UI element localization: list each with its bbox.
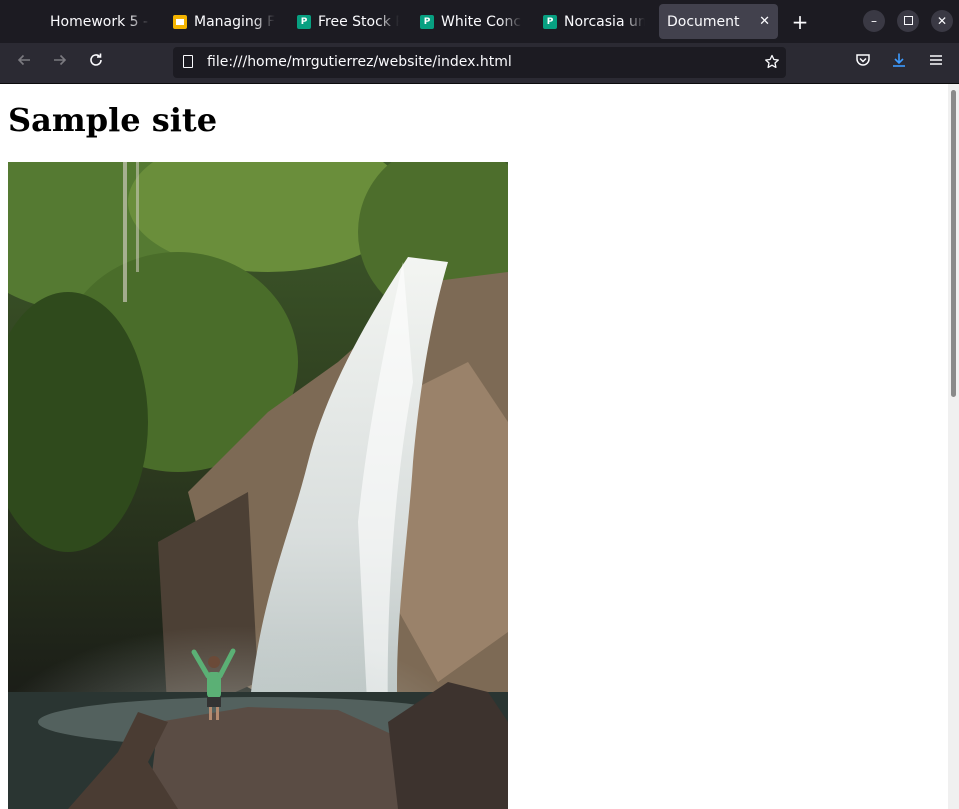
download-icon <box>893 53 905 67</box>
tab-document[interactable]: Document ✕ <box>659 4 778 39</box>
tab-white-concrete[interactable]: P White Concr <box>420 4 522 39</box>
tab-managing[interactable]: Managing Fi <box>173 4 275 39</box>
reload-button[interactable] <box>85 52 107 74</box>
page-icon <box>183 55 193 68</box>
tab-label: Document <box>667 13 740 30</box>
back-arrow-icon <box>17 54 30 66</box>
pocket-icon <box>856 54 870 66</box>
minimize-button[interactable]: – <box>863 10 885 32</box>
tab-strip: Homework 5 - l Managing Fi P Free Stock … <box>0 0 959 43</box>
close-window-button[interactable]: ✕ <box>931 10 953 32</box>
tab-homework[interactable]: Homework 5 - l <box>50 4 150 39</box>
page-content: Sample site <box>0 84 948 809</box>
back-button[interactable] <box>13 52 35 74</box>
pocket-button[interactable] <box>852 52 874 74</box>
downloads-button[interactable] <box>888 52 910 74</box>
pexels-icon: P <box>543 14 557 29</box>
tab-norcasia[interactable]: P Norcasia un <box>543 4 645 39</box>
new-tab-button[interactable]: + <box>788 8 812 36</box>
hamburger-menu-icon <box>930 55 942 65</box>
pexels-icon: P <box>420 14 434 29</box>
page-heading: Sample site <box>8 101 218 139</box>
reload-icon <box>90 53 102 66</box>
app-menu-button[interactable] <box>925 52 947 74</box>
pexels-icon: P <box>297 14 311 29</box>
scrollbar-thumb[interactable] <box>951 90 956 397</box>
forward-arrow-icon <box>54 54 67 66</box>
bookmark-star-icon[interactable] <box>764 47 780 78</box>
google-slides-icon <box>173 14 187 29</box>
close-tab-icon[interactable]: ✕ <box>759 14 770 29</box>
url-text[interactable]: file:///home/mrgutierrez/website/index.h… <box>207 47 512 78</box>
maximize-icon <box>903 16 913 25</box>
maximize-button[interactable] <box>897 10 919 32</box>
navigation-toolbar: file:///home/mrgutierrez/website/index.h… <box>0 43 959 84</box>
address-bar[interactable]: file:///home/mrgutierrez/website/index.h… <box>173 47 786 78</box>
tab-free-stock[interactable]: P Free Stock P <box>297 4 399 39</box>
forward-button[interactable] <box>49 52 71 74</box>
waterfall-photo <box>8 162 508 809</box>
vertical-scrollbar[interactable] <box>948 84 959 809</box>
